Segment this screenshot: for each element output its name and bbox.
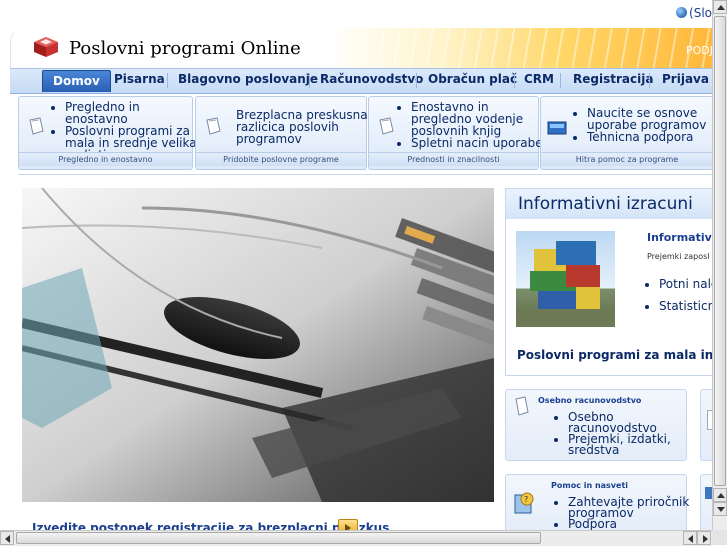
- promo-box[interactable]: Enostavno in pregledno vodenje poslovnih…: [368, 96, 543, 170]
- hero-image: [22, 188, 494, 502]
- building-photo: [516, 231, 615, 327]
- top-strip: (Slo: [0, 0, 712, 28]
- tab-pisarna[interactable]: Pisarna: [114, 72, 165, 86]
- promo-caption: Hitra pomoc za programe: [541, 152, 713, 166]
- divider: [18, 174, 712, 175]
- promo-box[interactable]: Brezplacna preskusna razlicica poslovih …: [195, 96, 368, 170]
- card-pomoc-in-nasveti[interactable]: ? Pomoc in nasveti Zahtevajte priročnik …: [505, 474, 689, 534]
- arrow-up-icon: [717, 5, 725, 10]
- tab-prijava[interactable]: Prijava: [662, 72, 709, 86]
- promo-item[interactable]: Enostavno in pregledno vodenje poslovnih…: [411, 101, 549, 137]
- promo-item[interactable]: Tehnicna podpora: [587, 131, 723, 143]
- tab-crm[interactable]: CRM: [524, 72, 554, 86]
- scroll-corner: [712, 530, 727, 545]
- scroll-left-button-right[interactable]: [683, 531, 697, 545]
- nav-separator: [167, 73, 168, 88]
- screen-icon: [547, 121, 567, 135]
- promo-row: Pregledno in enostavno Poslovni programi…: [18, 96, 713, 170]
- info-footer[interactable]: Poslovni programi za mala in sred: [517, 348, 727, 362]
- scroll-thumb[interactable]: [714, 16, 726, 486]
- card-title[interactable]: Osebno racunovodstvo: [538, 396, 641, 405]
- header-decoration: [371, 28, 713, 68]
- nav-separator: [309, 73, 310, 88]
- document-icon: [29, 117, 44, 135]
- promo-caption: Pregledno in enostavno: [19, 152, 192, 166]
- info-calculations-panel: Informativni izracuni Informativn Prejem…: [505, 188, 727, 376]
- promo-item[interactable]: Naucite se osnove uporabe programov: [587, 107, 723, 131]
- main-nav: Domov Pisarna Blagovno poslovanje Računo…: [10, 68, 712, 94]
- nav-separator: [416, 73, 417, 88]
- promo-caption: Prednosti in znacilnosti: [369, 152, 538, 166]
- promo-item[interactable]: Pregledno in enostavno: [65, 101, 201, 125]
- language-selector[interactable]: (Slo: [676, 6, 712, 20]
- arrow-right-icon: [703, 535, 708, 543]
- info-subtitle[interactable]: Informativn: [647, 231, 720, 244]
- brand-title[interactable]: Poslovni programi Online: [69, 38, 301, 59]
- site-header: Poslovni programi Online PODJ: [10, 28, 713, 68]
- card-item[interactable]: Podpora: [568, 518, 698, 530]
- arrow-left-icon: [5, 535, 10, 543]
- scroll-down-button[interactable]: [713, 502, 727, 516]
- horizontal-scrollbar[interactable]: [0, 530, 712, 546]
- card-item[interactable]: Zahtevajte priročnik programov: [568, 496, 698, 519]
- scroll-left-button[interactable]: [0, 531, 14, 545]
- document-icon: [206, 117, 221, 135]
- tab-racunovodstvo[interactable]: Računovodstvo: [320, 72, 423, 86]
- panel-title: Informativni izracuni: [506, 189, 713, 219]
- arrow-up-icon: [717, 493, 725, 498]
- nav-separator: [560, 73, 561, 88]
- desk-tools-photo: [22, 188, 494, 502]
- tab-blagovno-poslovanje[interactable]: Blagovno poslovanje: [178, 72, 318, 86]
- help-icon: ?: [514, 492, 534, 514]
- tab-obracun-plac[interactable]: Obračun plač: [428, 72, 517, 86]
- promo-item[interactable]: Brezplacna preskusna razlicica poslovih …: [236, 109, 372, 145]
- svg-text:?: ?: [524, 495, 528, 504]
- card-title[interactable]: Pomoc in nasveti: [551, 481, 628, 490]
- language-label: (Slo: [689, 6, 712, 20]
- promo-box[interactable]: Pregledno in enostavno Poslovni programi…: [18, 96, 197, 170]
- card-item[interactable]: Prejemki, izdatki, sredstva: [568, 433, 698, 456]
- scroll-up-button[interactable]: [713, 0, 727, 14]
- card-osebno-racunovodstvo[interactable]: Osebno racunovodstvo Osebno racunovodstv…: [505, 389, 687, 461]
- tab-registracija[interactable]: Registracija: [573, 72, 653, 86]
- promo-caption: Pridobite poslovne programe: [196, 152, 366, 166]
- scroll-up-button-lower[interactable]: [713, 488, 727, 502]
- arrow-down-icon: [717, 507, 725, 512]
- logo-cube-icon: [34, 37, 58, 57]
- vertical-scrollbar[interactable]: [712, 0, 727, 530]
- tab-domov[interactable]: Domov: [42, 70, 111, 92]
- globe-icon: [676, 7, 688, 18]
- scroll-thumb[interactable]: [16, 532, 541, 544]
- arrow-left-icon: [688, 535, 693, 543]
- nav-separator: [649, 73, 650, 88]
- scroll-right-button[interactable]: [697, 531, 711, 545]
- header-right-text: PODJ: [685, 44, 713, 57]
- info-small-text: Prejemki zaposl: [647, 252, 710, 261]
- card-item[interactable]: Osebno racunovodstvo: [568, 411, 698, 434]
- document-icon: [379, 117, 394, 135]
- promo-box[interactable]: Naucite se osnove uporabe programov Tehn…: [540, 96, 713, 170]
- nav-separator: [514, 73, 515, 88]
- document-icon: [515, 396, 529, 416]
